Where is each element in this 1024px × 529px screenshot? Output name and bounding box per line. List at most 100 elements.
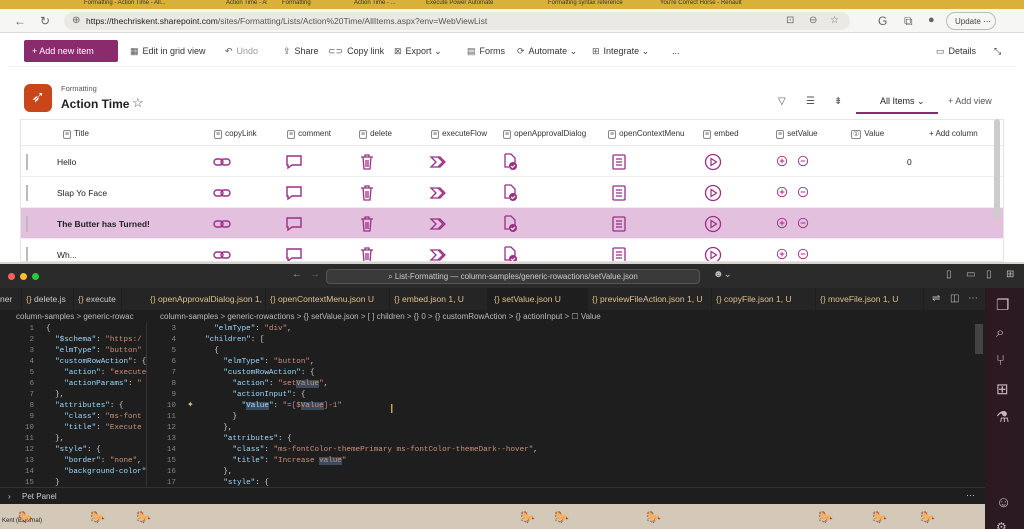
share-button[interactable]: ⇪ Share — [283, 46, 319, 57]
sort-icon[interactable]: ⇟ — [834, 96, 842, 107]
decrease-value-icon[interactable] — [796, 216, 810, 230]
copy-link-icon[interactable] — [213, 215, 231, 233]
edit-grid-button[interactable]: ▦ Edit in grid view — [130, 46, 206, 57]
pet-horse-icon[interactable]: 🐎 — [136, 510, 151, 524]
comment-icon[interactable] — [285, 153, 303, 171]
column-header-executeflow[interactable]: ≡ executeFlow — [431, 129, 487, 139]
pane-divider[interactable] — [146, 322, 147, 487]
forms-button[interactable]: ▤ Forms — [467, 46, 505, 57]
copy-link-button[interactable]: ⊂⊃ Copy link — [328, 46, 384, 57]
browser-tab[interactable]: Action Time - ... — [340, 0, 410, 9]
add-view-button[interactable]: + Add view — [948, 96, 992, 106]
forward-icon[interactable]: → — [310, 269, 320, 280]
maximize-window-icon[interactable] — [32, 273, 39, 280]
embed-icon[interactable] — [704, 215, 722, 233]
row-title[interactable]: The Butter has Turned! — [57, 219, 150, 229]
browser-tab[interactable]: Execute Power Automate — [412, 0, 532, 9]
collapse-icon[interactable]: ⤡ — [994, 46, 1001, 57]
extensions-icon[interactable]: ⧉ — [904, 14, 913, 29]
layout-custom-icon[interactable]: ⊞ — [1006, 269, 1014, 280]
settings-gear-icon[interactable]: ⚙ — [996, 520, 1007, 529]
export-button[interactable]: ⊠ Export ⌄ — [394, 46, 442, 57]
editor-tab[interactable]: {} execute — [74, 288, 122, 310]
editor-tab-active[interactable]: {} setValue.json U — [488, 288, 588, 310]
pet-horse-icon[interactable]: 🐎 — [646, 510, 661, 524]
editor-tab[interactable]: {} previewFileAction.json 1, U — [588, 288, 712, 310]
undo-button[interactable]: ↶ Undo — [225, 46, 258, 57]
testing-icon[interactable]: ⚗ — [996, 408, 1009, 426]
table-row[interactable]: Slap Yo Face — [21, 177, 1003, 208]
copy-link-icon[interactable] — [213, 246, 231, 261]
panel-chevron-icon[interactable]: › — [8, 492, 11, 501]
increase-value-icon[interactable] — [775, 154, 789, 168]
browser-tab[interactable]: Formatting syntax reference — [534, 0, 644, 9]
url-field[interactable]: ⊕ https://thechriskent.sharepoint.com/si… — [64, 12, 850, 30]
decrease-value-icon[interactable] — [796, 247, 810, 261]
code-right-pane[interactable]: "elmType": "div", "children": [ { "elmTy… — [196, 324, 976, 489]
copilot-icon[interactable]: ☻⌄ — [713, 269, 732, 280]
code-left-pane[interactable]: { "$schema": "https:/ "elmType": "button… — [46, 324, 146, 489]
bookmark-icon[interactable]: ☆ — [830, 15, 839, 26]
column-header-opencontextmenu[interactable]: ≡ openContextMenu — [608, 129, 684, 139]
add-new-item-button[interactable]: + Add new item — [24, 40, 118, 62]
pet-horse-icon[interactable]: 🐎 — [920, 510, 935, 524]
column-header-copylink[interactable]: ≡ copyLink — [214, 129, 257, 139]
comment-icon[interactable] — [285, 184, 303, 202]
delete-icon[interactable] — [358, 184, 376, 202]
browser-tab[interactable]: Formatting - Action Time - All... — [70, 0, 210, 9]
row-title[interactable]: Slap Yo Face — [57, 188, 107, 198]
embed-icon[interactable] — [704, 246, 722, 261]
panel-more-icon[interactable]: ⋯ — [966, 490, 975, 501]
browser-tab[interactable]: Action Time - Al... — [212, 0, 267, 9]
browser-tab[interactable]: You're Correct Horse - Renault — [646, 0, 776, 9]
editor-tab[interactable]: {} moveFile.json 1, U — [816, 288, 924, 310]
breadcrumb-left[interactable]: column-samples > generic-rowac — [16, 312, 146, 321]
decrease-value-icon[interactable] — [796, 185, 810, 199]
add-column-button[interactable]: + Add column — [929, 129, 978, 138]
back-icon[interactable]: ← — [14, 14, 26, 28]
decrease-value-icon[interactable] — [796, 154, 810, 168]
row-title[interactable]: Hello — [57, 157, 76, 167]
favorite-star-icon[interactable]: ☆ — [132, 95, 144, 111]
comment-icon[interactable] — [285, 215, 303, 233]
increase-value-icon[interactable] — [775, 247, 789, 261]
approval-icon[interactable] — [501, 184, 519, 202]
reload-icon[interactable]: ↻ — [40, 14, 50, 28]
command-center[interactable]: ⌕ List-Formatting — column-samples/gener… — [326, 269, 700, 284]
delete-icon[interactable] — [358, 215, 376, 233]
row-handle[interactable] — [26, 154, 28, 170]
sparkle-icon[interactable]: ✦ — [187, 400, 194, 409]
split-editor-icon[interactable]: ◫ — [950, 293, 959, 304]
extensions-icon[interactable]: ⊞ — [996, 380, 1009, 398]
editor-tab[interactable]: {} embed.json 1, U — [390, 288, 488, 310]
column-header-embed[interactable]: ≡ embed — [703, 129, 739, 139]
search-icon[interactable]: ⌕ — [996, 324, 1004, 341]
table-row[interactable]: Hello 0 — [21, 146, 1003, 177]
execute-flow-icon[interactable] — [429, 246, 447, 261]
automate-button[interactable]: ⟳ Automate ⌄ — [517, 46, 577, 57]
approval-icon[interactable] — [501, 215, 519, 233]
row-title[interactable]: Wh... — [57, 250, 77, 260]
more-button[interactable]: ... — [672, 46, 680, 56]
editor-tab[interactable]: {} openContextMenu.json U — [266, 288, 390, 310]
column-header-setvalue[interactable]: ≡ setValue — [776, 129, 818, 139]
account-icon[interactable]: ☺ — [996, 494, 1011, 511]
copy-link-icon[interactable] — [213, 184, 231, 202]
group-icon[interactable]: ☰ — [806, 96, 815, 107]
column-header-title[interactable]: ≡ Title — [63, 129, 89, 139]
view-selector[interactable]: All Items ⌄ — [856, 86, 938, 114]
details-button[interactable]: ▭ Details — [936, 46, 976, 57]
back-icon[interactable]: ← — [292, 269, 302, 280]
increase-value-icon[interactable] — [775, 216, 789, 230]
context-menu-icon[interactable] — [610, 215, 628, 233]
more-actions-icon[interactable]: ⋯ — [968, 293, 978, 304]
context-menu-icon[interactable] — [610, 153, 628, 171]
context-menu-icon[interactable] — [610, 184, 628, 202]
column-header-value[interactable]: ① Value — [851, 129, 884, 139]
sidebar-icon[interactable]: ▯ — [986, 269, 992, 280]
copy-link-icon[interactable] — [213, 153, 231, 171]
grammarly-icon[interactable]: G — [878, 14, 887, 28]
row-handle[interactable] — [26, 185, 28, 201]
approval-icon[interactable] — [501, 246, 519, 261]
comment-icon[interactable] — [285, 246, 303, 261]
